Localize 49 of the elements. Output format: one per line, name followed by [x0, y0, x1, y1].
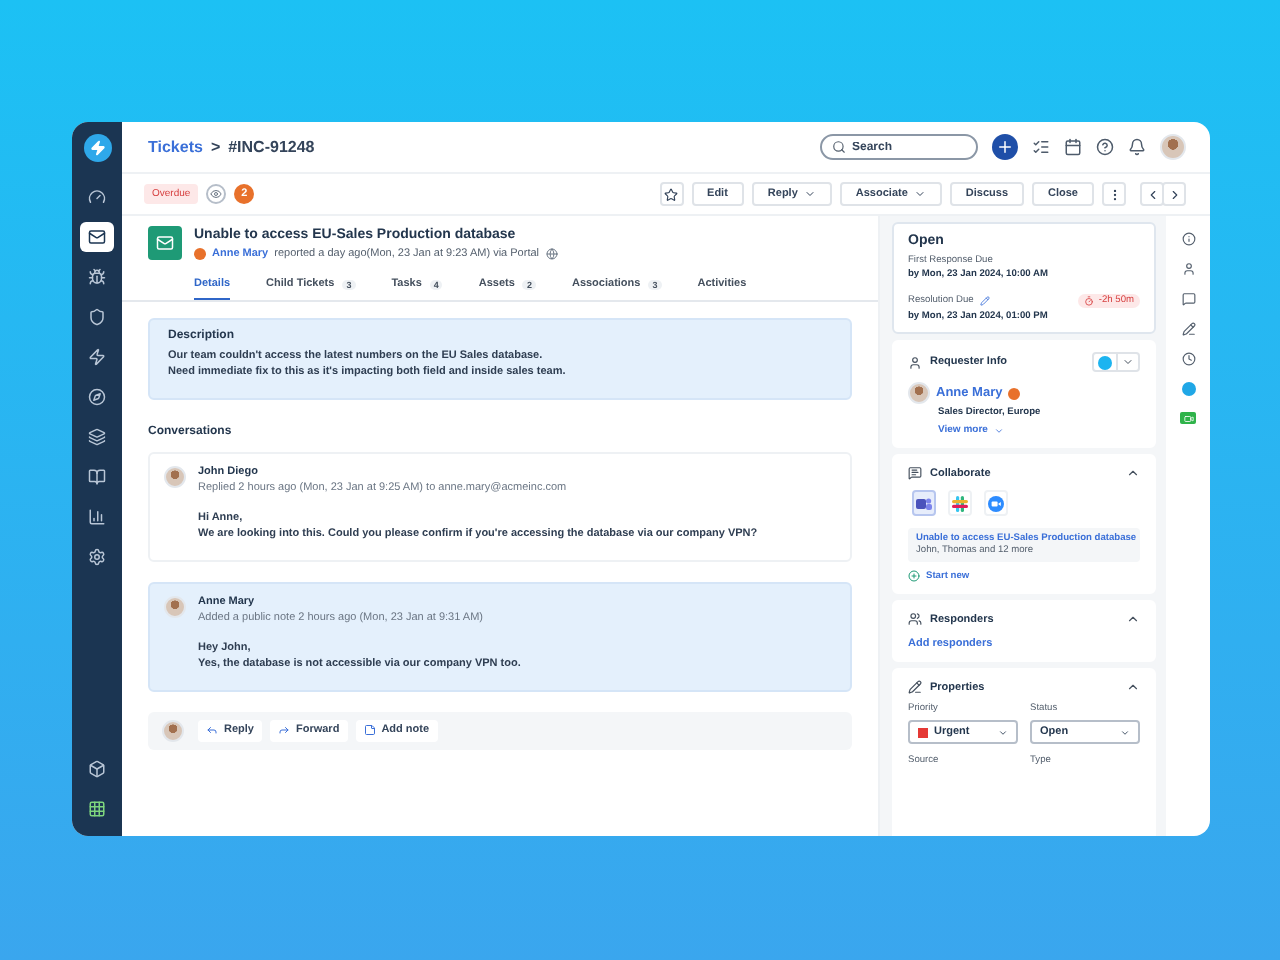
ticket-number: #INC-91248 [228, 138, 315, 156]
caret-icon [993, 425, 1004, 435]
next-button[interactable] [1162, 182, 1186, 206]
plus-icon [996, 138, 1014, 156]
breadcrumb-link[interactable]: Tickets [148, 138, 203, 156]
star-icon [664, 187, 679, 201]
pencil-icon [908, 680, 922, 694]
forward-icon [277, 724, 290, 737]
user-icon [908, 355, 922, 369]
bolt-logo-icon[interactable] [83, 134, 111, 162]
caret-icon [998, 727, 1008, 737]
user-icon[interactable] [1181, 262, 1195, 276]
caret-icon [1120, 727, 1130, 737]
chat-app-icon [916, 495, 932, 511]
video-app-icon [988, 495, 1004, 511]
pencil-icon[interactable] [1181, 322, 1195, 336]
search-icon [832, 140, 846, 154]
chat-icon[interactable] [1181, 292, 1195, 306]
skype-icon[interactable] [1181, 382, 1195, 396]
globe-icon [545, 248, 558, 260]
app-button[interactable] [912, 490, 936, 516]
calendar-icon[interactable] [1064, 138, 1082, 156]
help-icon[interactable] [1096, 138, 1114, 156]
users-icon [908, 612, 922, 626]
previous-button[interactable] [1140, 182, 1164, 206]
chevron-left-icon [1145, 187, 1159, 201]
hash-app-icon [952, 495, 968, 511]
star-button[interactable] [659, 182, 684, 206]
note-icon [363, 724, 376, 737]
reply-icon [206, 724, 218, 737]
requester-badge-icon [194, 248, 206, 260]
ticket-icon [148, 226, 182, 260]
bell-icon[interactable] [1128, 138, 1146, 156]
ticket-icon[interactable] [80, 222, 114, 252]
eye-icon[interactable] [206, 184, 227, 204]
collapse-caret-icon[interactable] [1126, 680, 1140, 694]
plus-icon [908, 570, 920, 582]
requester-badge-icon [1008, 387, 1021, 399]
collapse-caret-icon[interactable] [1126, 466, 1140, 480]
chevron-right-icon [1167, 187, 1181, 201]
chat-icon [908, 466, 922, 480]
add-button[interactable] [992, 134, 1018, 160]
contact-icon [1098, 355, 1112, 369]
info-icon[interactable] [1181, 232, 1195, 246]
clock-icon[interactable] [1181, 352, 1195, 366]
caret-icon [1122, 356, 1134, 368]
collapse-caret-icon[interactable] [1126, 612, 1140, 626]
breadcrumb-separator: > [210, 138, 221, 156]
checklist-icon[interactable] [1032, 138, 1050, 156]
